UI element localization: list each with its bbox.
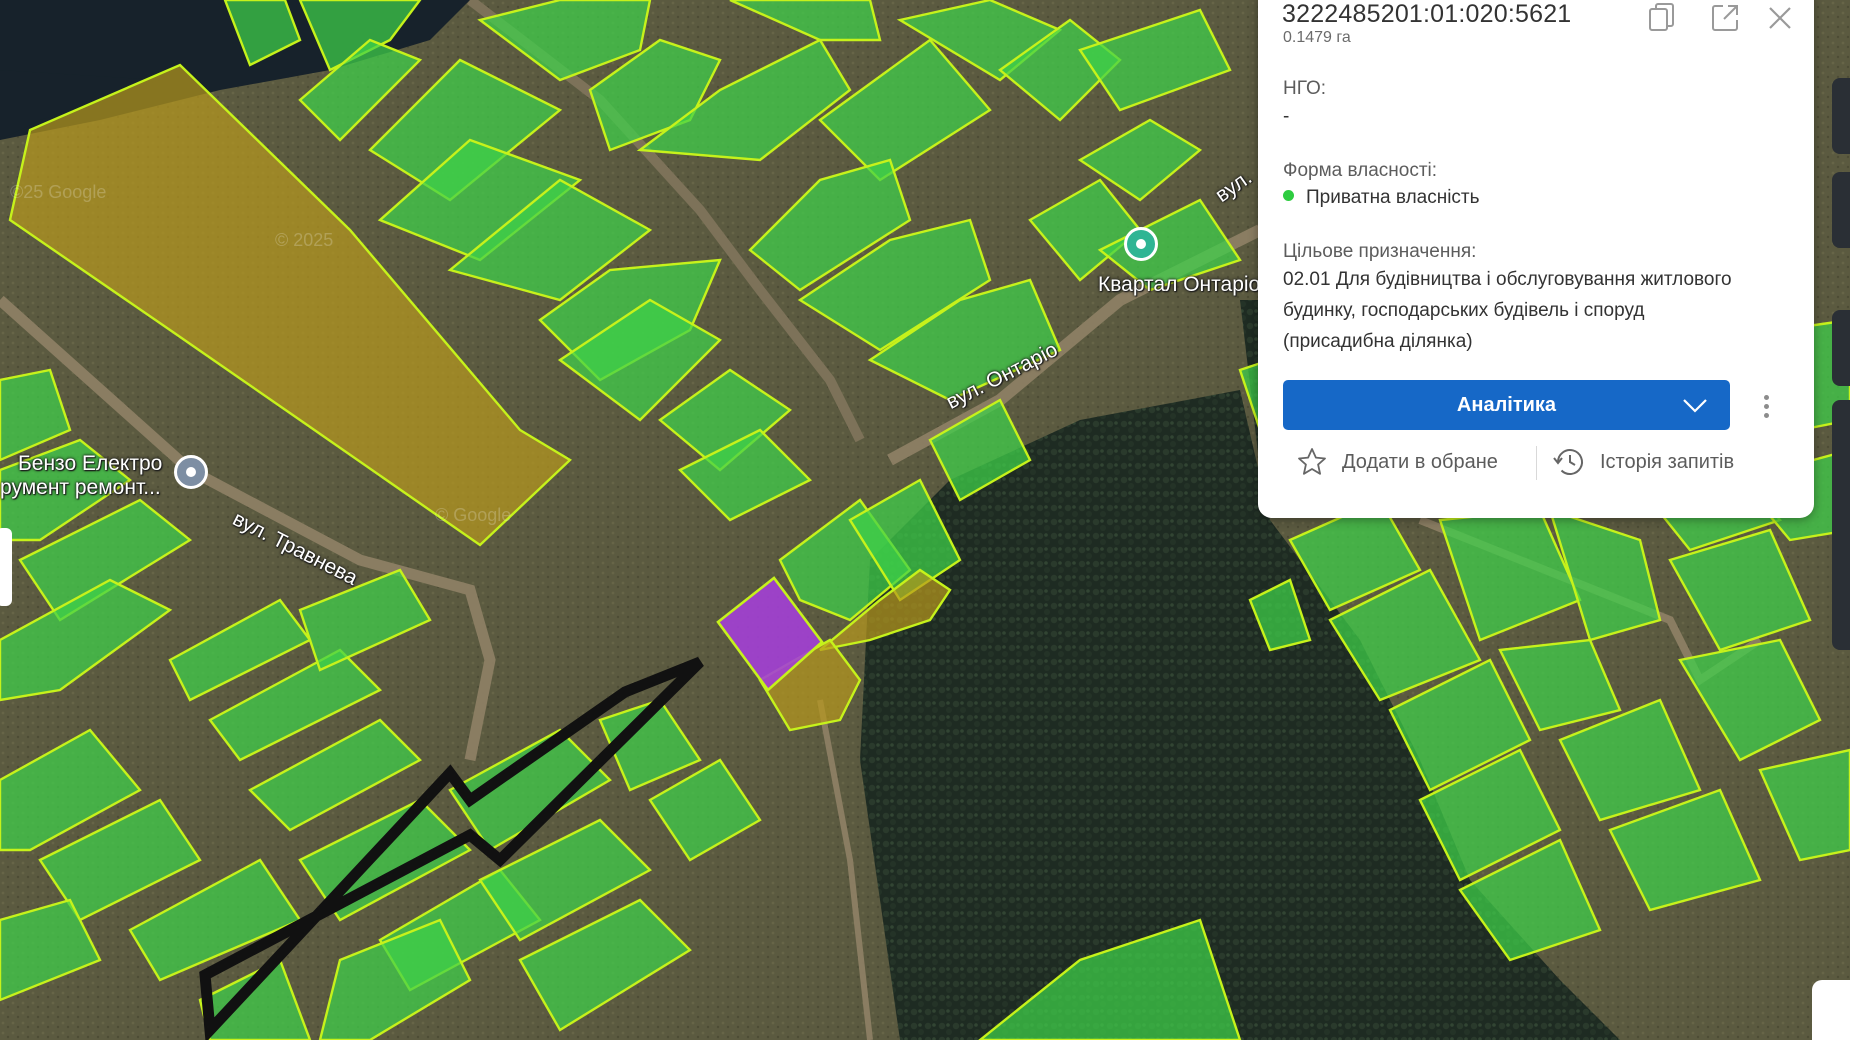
close-icon[interactable] [1762,0,1798,36]
right-edge-control-3[interactable] [1832,310,1850,386]
parcel-area: 0.1479 га [1283,29,1351,46]
analytics-button[interactable]: Аналітика [1283,380,1730,430]
purpose-value: 02.01 Для будівництва і обслуговування ж… [1283,269,1732,352]
more-vertical-icon[interactable] [1754,386,1778,426]
copy-icon[interactable] [1644,0,1680,36]
left-edge-tab[interactable] [0,528,12,606]
ownership-value: Приватна власність [1306,187,1480,208]
add-favorite-button[interactable]: Додати в обране [1296,442,1498,482]
open-external-icon[interactable] [1707,0,1743,36]
poi-pin-kvartal[interactable] [1124,227,1158,261]
ownership-label: Форма власності: [1283,160,1438,181]
request-history-button[interactable]: Історія запитів [1552,442,1734,482]
cadastral-number: 3222485201:01:020:5621 [1282,0,1572,28]
right-edge-control-1[interactable] [1832,78,1850,154]
ngo-label: НГО: [1283,78,1327,99]
chevron-down-icon [1683,399,1707,413]
parcel-info-panel: 3222485201:01:020:5621 0.1479 га НГО: - … [1258,0,1814,518]
poi-label-benzo-line2[interactable]: румент ремонт... [0,476,161,500]
add-favorite-label: Додати в обране [1342,450,1498,473]
ownership-status-dot [1283,190,1294,202]
analytics-button-label: Аналітика [1456,393,1557,416]
map-watermark: ©25 Google [10,182,107,202]
right-edge-control-4[interactable] [1832,400,1850,650]
map-watermark-year: © 2025 [275,230,334,250]
ngo-value: - [1283,106,1290,127]
poi-pin-benzo[interactable] [174,455,208,489]
right-edge-control-2[interactable] [1832,172,1850,248]
request-history-label: Історія запитів [1600,450,1735,473]
ownership-value-row: Приватна власність [1283,182,1753,213]
action-divider [1536,446,1537,480]
corner-widget[interactable] [1812,980,1850,1040]
map-view[interactable]: ©25 Google © 2025 © Google Бензо Електро… [0,0,1850,1040]
star-icon [1298,448,1326,475]
purpose-label: Цільове призначення: [1283,241,1477,262]
history-icon [1553,449,1583,475]
poi-label-kvartal[interactable]: Квартал Онтаріо [1098,273,1260,297]
poi-label-benzo-line1[interactable]: Бензо Електро [18,452,162,476]
map-watermark-google2: © Google [435,505,512,525]
